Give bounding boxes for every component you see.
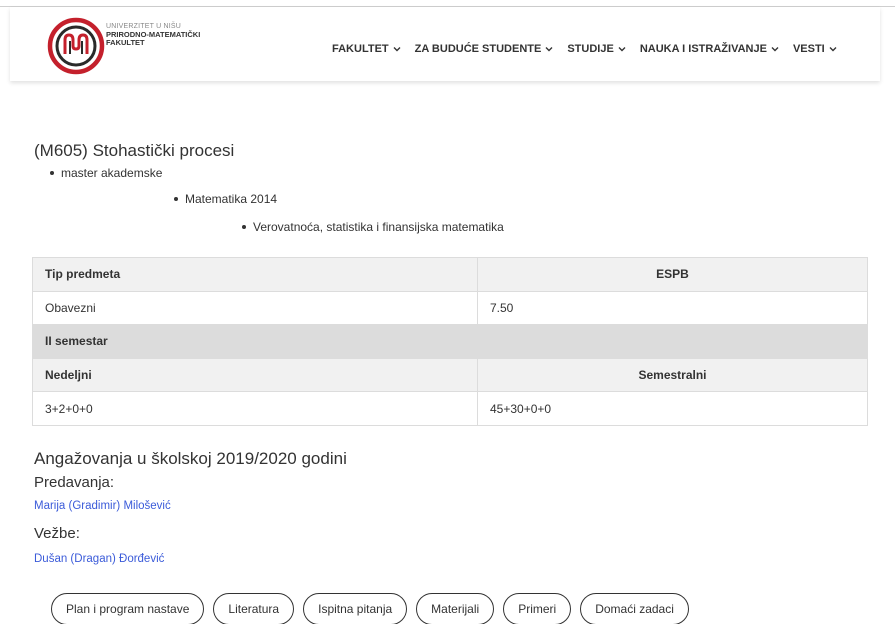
domaci-zadaci-button[interactable]: Domaći zadaci	[580, 593, 689, 624]
nav-item-label: FAKULTET	[332, 43, 389, 55]
study-module-text: Verovatnoća, statistika i finansijska ma…	[253, 220, 504, 234]
chevron-down-icon	[618, 47, 626, 52]
nav-item-nauka-i-istrazivanje[interactable]: NAUKA I ISTRAŽIVANJE	[640, 43, 779, 55]
nav-item-fakultet[interactable]: FAKULTET	[332, 43, 401, 55]
faculty-logo[interactable]	[46, 16, 106, 76]
header-tip-predmeta: Tip predmeta	[32, 257, 478, 292]
assistant-link[interactable]: Dušan (Dragan) Đorđević	[34, 553, 164, 565]
primeri-button[interactable]: Primeri	[503, 593, 572, 624]
table-row: 3+2+0+0 45+30+0+0	[32, 391, 868, 426]
nav-item-za-buduce-studente[interactable]: ZA BUDUĆE STUDENTE	[415, 43, 554, 55]
literatura-button[interactable]: Literatura	[213, 593, 295, 624]
study-level: master akademske	[50, 166, 162, 180]
nav-item-label: STUDIJE	[567, 43, 614, 55]
course-info-table: Tip predmeta ESPB Obavezni 7.50 II semes…	[32, 257, 868, 426]
course-resource-buttons: Plan i program nastave Literatura Ispitn…	[51, 593, 698, 624]
plan-i-program-button[interactable]: Plan i program nastave	[51, 593, 205, 624]
logo-faculty-line2: FAKULTET	[106, 38, 145, 47]
cell-semester: II semestar	[32, 324, 868, 359]
nav-item-label: VESTI	[792, 43, 825, 55]
header-semestralni: Semestralni	[477, 357, 868, 393]
site-header: UNIVERZITET U NIŠU PRIRODNO-MATEMATIČKI …	[10, 7, 880, 81]
lectures-label: Predavanja:	[34, 474, 115, 491]
ispitna-pitanja-button[interactable]: Ispitna pitanja	[303, 593, 408, 624]
lecturer-link[interactable]: Marija (Gradimir) Milošević	[34, 500, 171, 512]
cell-tip-predmeta: Obavezni	[32, 290, 478, 326]
engagement-title: Angažovanja u školskoj 2019/2020 godini	[34, 449, 347, 468]
bullet	[50, 171, 54, 175]
table-row: Obavezni 7.50	[32, 290, 868, 326]
study-program-text: Matematika 2014	[185, 192, 278, 206]
table-row: Nedeljni Semestralni	[32, 357, 868, 393]
exercises-label: Vežbe:	[34, 525, 80, 542]
header-nedeljni: Nedeljni	[32, 357, 478, 393]
chevron-down-icon	[393, 47, 401, 52]
cell-nedeljni: 3+2+0+0	[32, 391, 478, 426]
course-title: (M605) Stohastički procesi	[34, 141, 235, 160]
logo-text[interactable]: UNIVERZITET U NIŠU PRIRODNO-MATEMATIČKI …	[106, 23, 200, 47]
nav-item-studije[interactable]: STUDIJE	[567, 43, 626, 55]
nav-item-label: NAUKA I ISTRAŽIVANJE	[639, 43, 767, 55]
nav-item-vesti[interactable]: VESTI	[793, 43, 837, 55]
chevron-down-icon	[829, 47, 837, 52]
chevron-down-icon	[545, 47, 553, 52]
header-espb: ESPB	[477, 257, 868, 292]
materijali-button[interactable]: Materijali	[416, 593, 495, 624]
main-nav: FAKULTET ZA BUDUĆE STUDENTE STUDIJE NAUK…	[332, 43, 837, 55]
cell-semestralni: 45+30+0+0	[477, 391, 868, 426]
nav-item-label: ZA BUDUĆE STUDENTE	[414, 43, 542, 55]
bullet	[242, 225, 246, 229]
chevron-down-icon	[771, 47, 779, 52]
faculty-logo-icon	[47, 17, 105, 75]
table-row: Tip predmeta ESPB	[32, 257, 868, 292]
study-level-text: master akademske	[61, 166, 163, 180]
bullet	[174, 197, 178, 201]
study-module: Verovatnoća, statistika i finansijska ma…	[242, 220, 504, 234]
table-row: II semestar	[32, 324, 868, 359]
cell-espb: 7.50	[477, 290, 868, 326]
study-program: Matematika 2014	[174, 192, 277, 206]
